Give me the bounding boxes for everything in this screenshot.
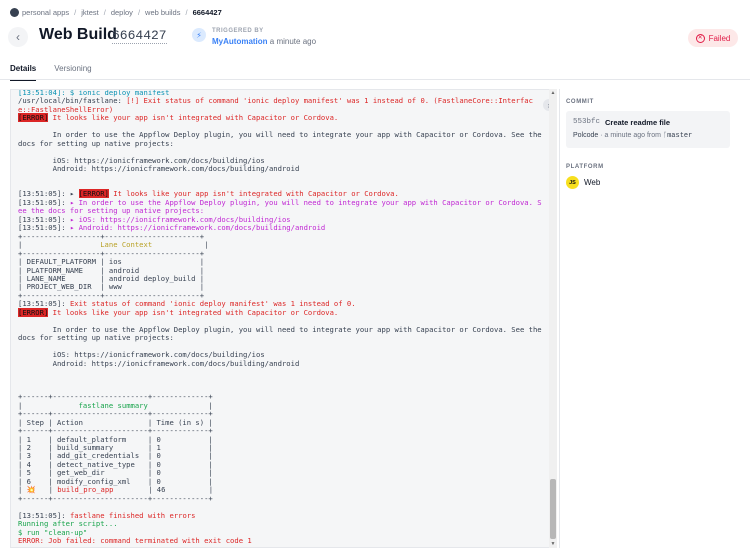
trigger-info: MyAutomation a minute ago <box>212 37 316 46</box>
commit-hash[interactable]: 553bfc <box>573 118 600 126</box>
commit-author: Polcode <box>573 132 599 139</box>
trigger-label: TRIGGERED BY <box>212 28 264 34</box>
breadcrumb-separator: / <box>185 7 188 17</box>
platform-name: Web <box>584 178 601 187</box>
build-id: 6664427 <box>112 28 167 44</box>
log-line: [ERROR] It looks like your app isn't int… <box>18 113 546 123</box>
log-segment: +------+----------------------+---------… <box>18 493 213 503</box>
javascript-icon: JS <box>566 176 579 189</box>
close-circle-icon: ✕ <box>695 33 705 43</box>
log-line <box>18 368 546 376</box>
platform-item: JS Web <box>566 176 600 189</box>
trigger-time: a minute ago <box>269 37 317 46</box>
log-line: ERROR: Job failed: command terminated wi… <box>18 536 546 546</box>
scroll-down-arrow-icon[interactable]: ▼ <box>549 541 557 547</box>
commit-heading: COMMIT <box>566 99 594 105</box>
scrollbar-thumb[interactable] <box>550 479 556 539</box>
status-badge: ✕ Failed <box>688 29 738 47</box>
breadcrumb-item[interactable]: web builds <box>145 8 180 17</box>
log-segment: [!] Exit status of command 'ionic deploy… <box>126 96 533 106</box>
tab-divider <box>0 79 750 80</box>
log-segment: ERROR: Job failed: command terminated wi… <box>18 536 252 546</box>
log-segment: docs for setting up native projects: <box>18 138 174 148</box>
build-log-panel[interactable]: [13:51:04]: $ ionic deploy manifest/usr/… <box>10 89 557 548</box>
commit-time: a minute ago from <box>604 132 661 139</box>
chevron-left-icon: ‹ <box>16 30 20 44</box>
breadcrumb-item[interactable]: deploy <box>111 8 133 17</box>
breadcrumb-separator: / <box>103 7 106 17</box>
page-title: Web Build <box>39 26 117 43</box>
log-segment: docs for setting up native projects: <box>18 333 174 343</box>
org-avatar-icon <box>10 7 19 17</box>
commit-message: Create readme file <box>605 118 671 127</box>
log-segment: It looks like your app isn't integrated … <box>48 113 339 123</box>
trigger-user-link[interactable]: MyAutomation <box>212 37 268 46</box>
breadcrumb-separator: / <box>137 7 141 17</box>
breadcrumb-item[interactable]: personal apps <box>22 8 69 17</box>
back-button[interactable]: ‹ <box>8 27 28 47</box>
build-log: [13:51:04]: $ ionic deploy manifest/usr/… <box>18 90 546 546</box>
status-text: Failed <box>708 33 731 43</box>
log-line: docs for setting up native projects: <box>18 138 546 148</box>
breadcrumb-current: 6664427 <box>192 7 222 17</box>
log-segment: [ERROR] <box>18 307 49 317</box>
breadcrumb-item[interactable]: jktest <box>81 8 99 17</box>
log-line: +------+----------------------+---------… <box>18 493 546 503</box>
log-segment: Android: https://ionicframework.com/docs… <box>18 358 300 368</box>
log-line: Running after script... <box>18 519 546 528</box>
scroll-up-arrow-icon[interactable]: ▲ <box>549 90 557 96</box>
log-line: Android: https://ionicframework.com/docs… <box>18 164 546 174</box>
log-segment: It looks like your app isn't integrated … <box>48 307 339 317</box>
log-line <box>18 174 546 182</box>
commit-meta: Polcode · a minute ago from ᚴmaster <box>573 131 692 140</box>
log-scrollbar[interactable]: ▲ ▼ <box>549 89 557 548</box>
commit-card[interactable]: 553bfc Create readme file Polcode · a mi… <box>566 111 730 148</box>
breadcrumb: personal apps / jktest / deploy / web bu… <box>10 5 222 19</box>
breadcrumb-separator: / <box>74 7 77 17</box>
log-line: docs for setting up native projects: <box>18 333 546 343</box>
log-segment: [ERROR] <box>18 113 49 123</box>
log-line: Android: https://ionicframework.com/docs… <box>18 358 546 368</box>
log-segment: Android: https://ionicframework.com/docs… <box>18 164 300 174</box>
platform-heading: PLATFORM <box>566 164 604 170</box>
commit-branch: master <box>667 132 693 140</box>
lightning-icon: ⚡ <box>192 28 206 42</box>
log-line: [ERROR] It looks like your app isn't int… <box>18 307 546 317</box>
sidebar-divider <box>559 89 560 548</box>
log-line <box>18 376 546 384</box>
